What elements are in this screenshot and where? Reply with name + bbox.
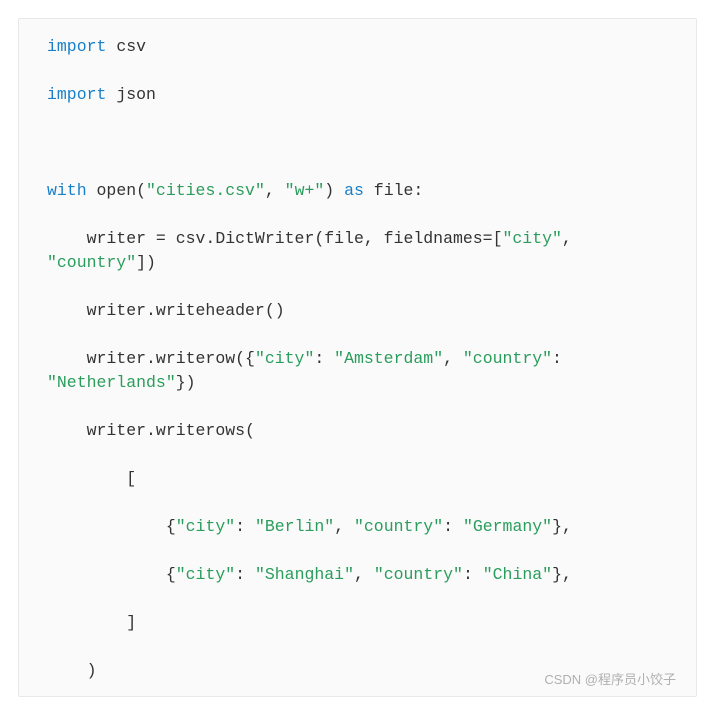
string-literal: "Netherlands" <box>47 373 176 392</box>
code-line-blank <box>47 323 668 347</box>
code-text: , <box>443 349 463 368</box>
code-line: with open("cities.csv", "w+") as file: <box>47 179 668 203</box>
string-literal: "w+" <box>285 181 325 200</box>
code-text: ]) <box>136 253 156 272</box>
code-line-blank <box>47 443 668 467</box>
string-literal: "country" <box>374 565 463 584</box>
code-text: writer = csv.DictWriter(file, fieldnames… <box>47 229 502 248</box>
code-text: writer.writerows( <box>47 421 255 440</box>
code-line-blank <box>47 539 668 563</box>
string-literal: "Amsterdam" <box>334 349 443 368</box>
code-line: import csv <box>47 35 668 59</box>
code-text: : <box>235 517 255 536</box>
code-text: ) <box>47 661 97 680</box>
code-line: {"city": "Berlin", "country": "Germany"}… <box>47 515 668 539</box>
code-text: : <box>552 349 572 368</box>
code-block: import csv import json with open("cities… <box>18 18 697 697</box>
code-line: writer = csv.DictWriter(file, fieldnames… <box>47 227 668 251</box>
string-literal: "country" <box>354 517 443 536</box>
code-text: , <box>562 229 582 248</box>
code-line-blank <box>47 203 668 227</box>
code-text: writer.writeheader() <box>47 301 285 320</box>
string-literal: "Berlin" <box>255 517 334 536</box>
code-line-blank <box>47 131 668 155</box>
string-literal: "China" <box>483 565 552 584</box>
code-line: {"city": "Shanghai", "country": "China"}… <box>47 563 668 587</box>
code-line: writer.writerows( <box>47 419 668 443</box>
keyword: import <box>47 37 106 56</box>
code-text: }, <box>552 565 572 584</box>
code-line-blank <box>47 395 668 419</box>
code-text: json <box>106 85 156 104</box>
string-literal: "country" <box>47 253 136 272</box>
code-text: ) <box>324 181 344 200</box>
watermark-text: CSDN @程序员小饺子 <box>544 671 676 690</box>
code-line: "Netherlands"}) <box>47 371 668 395</box>
string-literal: "cities.csv" <box>146 181 265 200</box>
string-literal: "Germany" <box>463 517 552 536</box>
code-text: csv <box>106 37 146 56</box>
code-line-blank <box>47 491 668 515</box>
keyword: with <box>47 181 87 200</box>
code-text: open( <box>87 181 146 200</box>
code-line: writer.writerow({"city": "Amsterdam", "c… <box>47 347 668 371</box>
code-text: writer.writerow({ <box>47 349 255 368</box>
code-text: [ <box>47 469 136 488</box>
code-text: , <box>334 517 354 536</box>
code-line-blank <box>47 275 668 299</box>
code-text: : <box>443 517 463 536</box>
code-line-blank <box>47 107 668 131</box>
code-text: , <box>354 565 374 584</box>
code-line: import json <box>47 83 668 107</box>
code-text: { <box>47 565 176 584</box>
code-text: : <box>235 565 255 584</box>
string-literal: "city" <box>255 349 314 368</box>
code-line-blank <box>47 587 668 611</box>
code-line-blank <box>47 635 668 659</box>
code-text: }, <box>552 517 572 536</box>
string-literal: "Shanghai" <box>255 565 354 584</box>
keyword: as <box>344 181 364 200</box>
code-text: : <box>314 349 334 368</box>
code-text: : <box>463 565 483 584</box>
code-line: writer.writeheader() <box>47 299 668 323</box>
code-line: "country"]) <box>47 251 668 275</box>
code-text: file: <box>364 181 423 200</box>
code-line-blank <box>47 59 668 83</box>
code-text: { <box>47 517 176 536</box>
string-literal: "city" <box>176 517 235 536</box>
code-text: , <box>265 181 285 200</box>
code-line: ] <box>47 611 668 635</box>
keyword: import <box>47 85 106 104</box>
string-literal: "country" <box>463 349 552 368</box>
string-literal: "city" <box>176 565 235 584</box>
code-line-blank <box>47 155 668 179</box>
code-text: }) <box>176 373 196 392</box>
code-line: [ <box>47 467 668 491</box>
code-text: ] <box>47 613 136 632</box>
string-literal: "city" <box>502 229 561 248</box>
